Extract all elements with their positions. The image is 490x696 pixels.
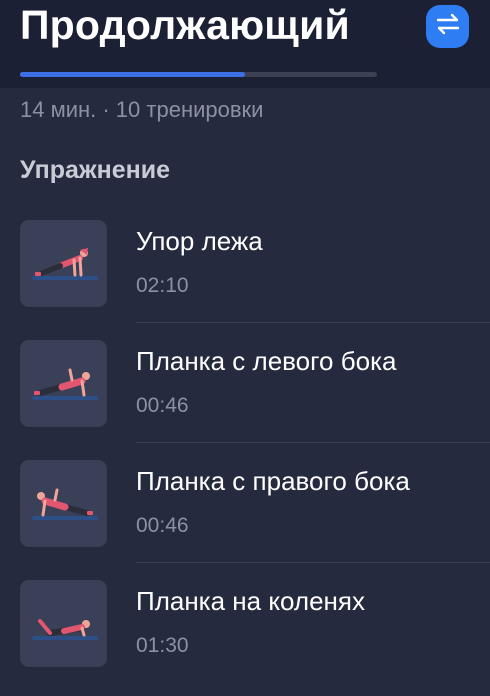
page-title: Продолжающий — [20, 2, 350, 48]
section-title: Упражнение — [20, 156, 170, 184]
exercise-duration: 00:46 — [136, 394, 189, 417]
exercise-name: Планка с правого бока — [136, 466, 410, 496]
workout-progress-fill — [20, 72, 245, 77]
exercise-row[interactable]: Планка с правого бока 00:46 — [0, 456, 490, 576]
row-divider — [136, 442, 490, 443]
exercise-row[interactable]: Упор лежа 02:10 — [0, 216, 490, 336]
exercise-row[interactable]: Планка с левого бока 00:46 — [0, 336, 490, 456]
workout-meta: 14 мин. · 10 тренировки — [20, 97, 264, 122]
right-side-plank-illustration — [20, 460, 107, 547]
swap-arrows-icon — [435, 11, 461, 42]
left-side-plank-illustration — [20, 340, 107, 427]
workout-progress-bar — [20, 72, 377, 77]
exercise-row[interactable]: Планка на коленях 01:30 — [0, 576, 490, 696]
exercise-duration: 00:46 — [136, 514, 189, 537]
exercise-duration: 02:10 — [136, 274, 189, 297]
exercise-duration: 01:30 — [136, 634, 189, 657]
knee-plank-illustration — [20, 580, 107, 667]
row-divider — [136, 562, 490, 563]
exercise-list: Упор лежа 02:10 Планка с левого бока 00:… — [0, 216, 490, 696]
exercise-name: Планка на коленях — [136, 586, 365, 616]
header: Продолжающий — [0, 0, 490, 88]
exercise-name: Планка с левого бока — [136, 346, 397, 376]
row-divider — [136, 322, 490, 323]
switch-level-button[interactable] — [426, 5, 469, 48]
push-up-illustration — [20, 220, 107, 307]
exercise-name: Упор лежа — [136, 226, 263, 256]
